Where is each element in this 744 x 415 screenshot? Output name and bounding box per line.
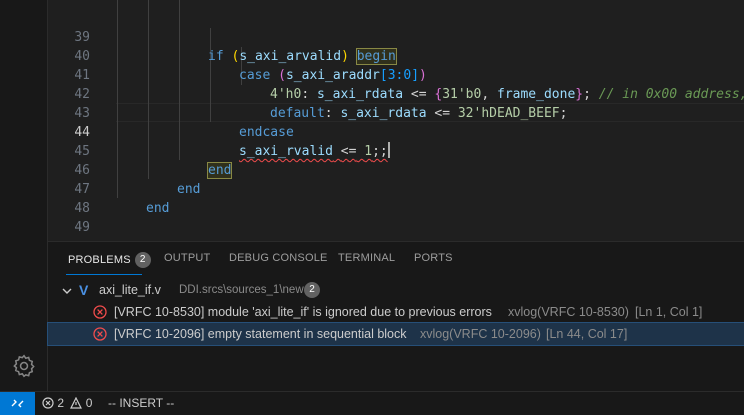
problem-source: xvlog(VRFC 10-2096) xyxy=(420,327,541,341)
tab-problems[interactable]: PROBLEMS 2 xyxy=(68,252,151,268)
tab-ports[interactable]: PORTS xyxy=(414,252,453,264)
activity-bar xyxy=(0,0,48,391)
error-icon xyxy=(42,397,54,409)
tab-terminal[interactable]: TERMINAL xyxy=(338,252,395,264)
problems-status-button[interactable]: 2 0 xyxy=(42,396,92,410)
code-line-45: 45 end xyxy=(48,123,744,179)
problems-file-row[interactable]: V axi_lite_if.v DDI.srcs\sources_1\new 2 xyxy=(48,279,744,301)
file-problem-count-badge: 2 xyxy=(304,282,320,298)
bottom-panel: PROBLEMS 2 OUTPUT DEBUG CONSOLE TERMINAL … xyxy=(47,241,744,391)
problem-message: [VRFC 10-2096] empty statement in sequen… xyxy=(114,327,407,341)
code-line-43: 43 endcase xyxy=(48,85,744,140)
keyword-endmodule: endmodule xyxy=(116,239,186,240)
code-line-40: 40 case (s_axi_araddr[3:0]) xyxy=(48,28,744,83)
warning-count: 0 xyxy=(85,396,93,410)
tab-output[interactable]: OUTPUT xyxy=(164,252,210,264)
code-line-50: 50 xyxy=(48,218,744,240)
problem-source: xvlog(VRFC 10-8530) xyxy=(508,305,629,319)
problems-count-badge: 2 xyxy=(134,252,151,268)
remote-icon xyxy=(11,399,24,408)
code-line-41: 41 4'h0: s_axi_rdata <= {31'b0, frame_do… xyxy=(48,47,744,102)
error-icon xyxy=(93,305,107,319)
file-path: DDI.srcs\sources_1\new xyxy=(179,284,304,296)
problem-item[interactable]: [VRFC 10-8530] module 'axi_lite_if' is i… xyxy=(48,301,744,323)
verilog-file-icon: V xyxy=(79,282,89,298)
problem-location: [Ln 44, Col 17] xyxy=(546,327,628,341)
code-line-47: 47 end xyxy=(48,161,744,216)
code-editor[interactable]: 39 if (s_axi_arvalid) begin 40 case (s_a… xyxy=(48,0,744,240)
vim-mode-indicator: -- INSERT -- xyxy=(108,396,175,410)
code-line-49: 49 endmodule xyxy=(48,199,744,240)
warning-icon xyxy=(70,397,83,409)
code-line-48: 48 xyxy=(48,180,744,216)
tab-debug-console[interactable]: DEBUG CONSOLE xyxy=(229,252,328,264)
chevron-down-icon[interactable] xyxy=(62,286,72,296)
code-line-39: 39 if (s_axi_arvalid) begin xyxy=(48,9,744,65)
manage-gear-icon[interactable] xyxy=(11,353,37,379)
status-bar: 2 0 -- INSERT -- xyxy=(0,391,744,415)
code-line-44: 44 s_axi_rvalid <= 1;; xyxy=(48,104,744,159)
remote-indicator-button[interactable] xyxy=(0,392,35,415)
error-count: 2 xyxy=(57,396,65,410)
problem-message: [VRFC 10-8530] module 'axi_lite_if' is i… xyxy=(114,305,492,319)
problem-location: [Ln 1, Col 1] xyxy=(635,305,703,319)
line-number: 50 xyxy=(48,237,90,240)
panel-tabs: PROBLEMS 2 OUTPUT DEBUG CONSOLE TERMINAL … xyxy=(48,242,744,277)
error-icon xyxy=(93,327,107,341)
problem-item-selected[interactable]: [VRFC 10-2096] empty statement in sequen… xyxy=(47,322,744,346)
tab-label: PROBLEMS xyxy=(68,254,131,266)
code-line-46: 46 end xyxy=(48,142,744,197)
file-name: axi_lite_if.v xyxy=(99,283,161,297)
active-tab-indicator xyxy=(66,274,142,275)
code-line-42: 42 default: s_axi_rdata <= 32'hDEAD_BEEF… xyxy=(48,66,744,121)
